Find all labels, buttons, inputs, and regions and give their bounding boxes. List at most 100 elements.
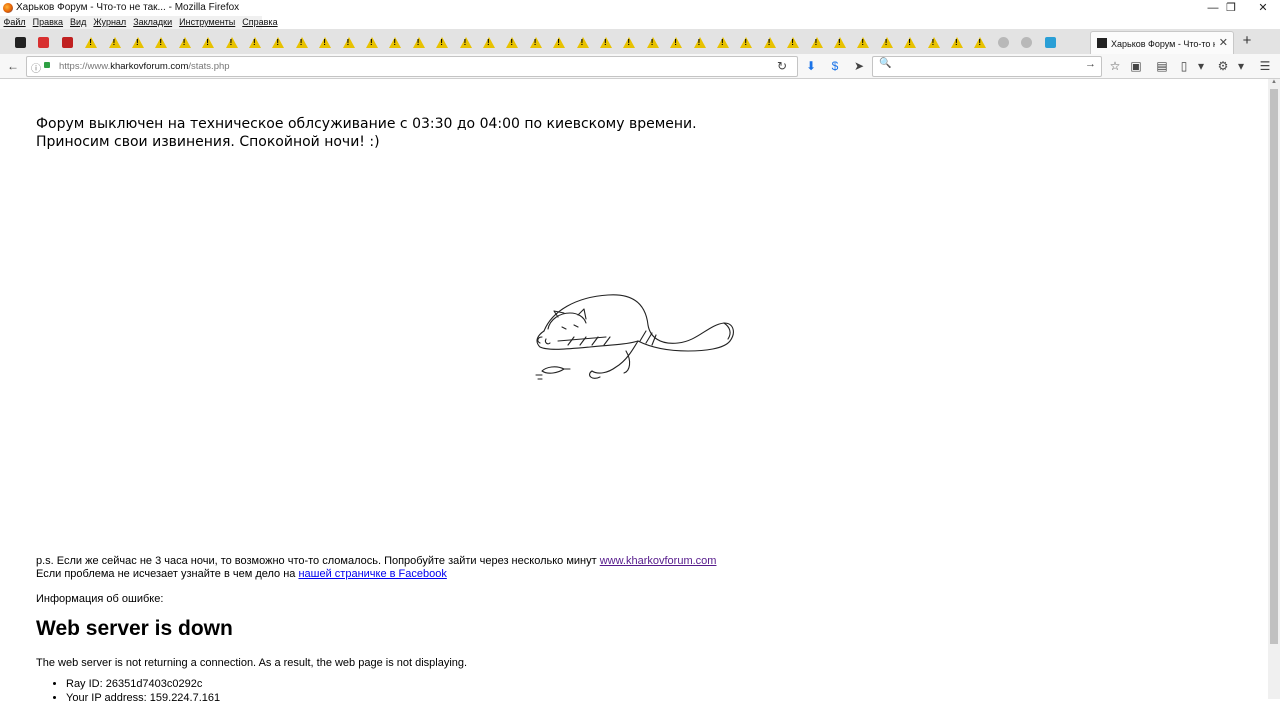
menu-tools[interactable]: Инструменты — [176, 16, 239, 29]
pinned-tab[interactable] — [314, 32, 336, 54]
warning-icon — [389, 37, 402, 49]
search-bar[interactable]: 🔍 → — [872, 56, 1102, 77]
reload-button[interactable]: ↻ — [773, 57, 791, 75]
pinned-tab[interactable] — [338, 32, 360, 54]
pinned-tab[interactable] — [618, 32, 640, 54]
pinned-tab[interactable] — [876, 32, 898, 54]
menu-bookmarks[interactable]: Закладки — [130, 16, 176, 29]
warning-icon — [85, 37, 98, 49]
pinned-tab[interactable] — [150, 32, 172, 54]
pinned-tab[interactable] — [431, 32, 453, 54]
warning-icon — [295, 37, 308, 49]
warning-icon — [132, 37, 144, 49]
pinned-tab[interactable] — [759, 32, 781, 54]
menu-history[interactable]: Журнал — [90, 16, 130, 29]
pinned-tab[interactable] — [1040, 32, 1062, 54]
addon-dropdown-icon[interactable]: ▾ — [1232, 57, 1250, 75]
search-go-icon[interactable]: → — [1085, 58, 1096, 70]
maintenance-message: Форум выключен на техническое облсуживан… — [36, 115, 697, 151]
pinned-tab[interactable] — [267, 32, 289, 54]
active-tab[interactable]: Харьков Форум - Что-то н... ✕ — [1090, 31, 1234, 56]
pinned-tab[interactable] — [572, 32, 594, 54]
vertical-scrollbar[interactable]: ▲ — [1268, 79, 1280, 699]
pinned-tab[interactable] — [946, 32, 968, 54]
download-icon[interactable]: ⬇ — [802, 57, 820, 75]
ps-text: p.s. Если же сейчас не 3 часа ночи, то в… — [36, 555, 600, 567]
scroll-up-icon[interactable]: ▲ — [1268, 79, 1280, 89]
pinned-tab[interactable] — [291, 32, 313, 54]
error-heading: Web server is down — [36, 617, 233, 640]
window-titlebar: Харьков Форум - Что-то не так... - Mozil… — [0, 0, 1280, 16]
pinned-tab[interactable] — [501, 32, 523, 54]
pinned-tab[interactable] — [1016, 32, 1038, 54]
pinned-tab[interactable] — [455, 32, 477, 54]
ps-note: p.s. Если же сейчас не 3 часа ночи, то в… — [36, 555, 716, 581]
bookmark-star-icon[interactable]: ☆ — [1106, 57, 1124, 75]
url-bar[interactable]: ⓘ https://www.kharkovforum.com/stats.php… — [26, 56, 798, 77]
currency-icon[interactable]: $ — [826, 57, 844, 75]
warning-icon — [670, 37, 683, 49]
pinned-tab[interactable] — [689, 32, 711, 54]
clipboard-icon[interactable]: ▣ — [1127, 57, 1145, 75]
pinned-tab[interactable] — [80, 32, 102, 54]
pinned-tab[interactable] — [969, 32, 991, 54]
new-tab-button[interactable]: + — [1238, 32, 1256, 50]
pinned-tab[interactable] — [899, 32, 921, 54]
pinned-tab[interactable] — [735, 32, 757, 54]
pinned-tab[interactable] — [174, 32, 196, 54]
pinned-tab[interactable] — [10, 32, 32, 54]
pinned-tab[interactable] — [197, 32, 219, 54]
close-tab-icon[interactable]: ✕ — [1219, 32, 1228, 54]
pinned-tab[interactable] — [104, 32, 126, 54]
send-icon[interactable]: ➤ — [850, 57, 868, 75]
menu-view[interactable]: Вид — [67, 16, 90, 29]
globe-icon — [997, 37, 1010, 49]
extension-dropdown-icon[interactable]: ▾ — [1192, 57, 1210, 75]
pinned-tab[interactable] — [478, 32, 500, 54]
warning-icon — [740, 37, 753, 49]
pinned-tab[interactable] — [642, 32, 664, 54]
pinned-tab[interactable] — [127, 32, 149, 54]
pinned-tab[interactable] — [244, 32, 266, 54]
reader-icon[interactable]: ▤ — [1153, 57, 1171, 75]
menu-edit[interactable]: Правка — [29, 16, 66, 29]
pinned-tab[interactable] — [829, 32, 851, 54]
pinned-tab[interactable] — [408, 32, 430, 54]
warning-icon — [412, 37, 425, 49]
extension-icon[interactable]: ▯ — [1175, 57, 1193, 75]
pinned-tab[interactable] — [923, 32, 945, 54]
pinned-tab[interactable] — [806, 32, 828, 54]
menu-file[interactable]: Файл — [0, 16, 29, 29]
forum-link[interactable]: www.kharkovforum.com — [600, 555, 717, 567]
warning-icon — [646, 37, 659, 49]
pinned-tab[interactable] — [852, 32, 874, 54]
warning-icon — [974, 37, 987, 49]
pinned-tab[interactable] — [665, 32, 687, 54]
hamburger-menu-icon[interactable]: ☰ — [1256, 57, 1274, 75]
pinned-tab[interactable] — [712, 32, 734, 54]
active-tab-label: Харьков Форум - Что-то н... — [1111, 39, 1215, 49]
error-info-label: Информация об ошибке: — [36, 593, 164, 605]
addon-icon[interactable]: ⚙ — [1214, 57, 1232, 75]
pinned-tab[interactable] — [548, 32, 570, 54]
pinned-tab[interactable] — [57, 32, 79, 54]
pinned-tab[interactable] — [361, 32, 383, 54]
warning-icon — [810, 37, 823, 49]
close-window-button[interactable]: ✕ — [1248, 0, 1278, 16]
pinned-tab[interactable] — [525, 32, 547, 54]
back-button[interactable]: ← — [4, 57, 22, 75]
pinned-tab[interactable] — [221, 32, 243, 54]
pinned-tab[interactable] — [595, 32, 617, 54]
menu-help[interactable]: Справка — [239, 16, 281, 29]
scrollbar-thumb[interactable] — [1270, 89, 1278, 644]
site-icon — [1044, 37, 1057, 49]
restore-button[interactable]: ❐ — [1216, 0, 1246, 16]
pinned-tab[interactable] — [782, 32, 804, 54]
page-info-icon[interactable]: ⓘ — [31, 60, 41, 75]
pinned-tab[interactable] — [993, 32, 1015, 54]
facebook-link[interactable]: нашей страничке в Facebook — [298, 568, 446, 580]
pinned-tab[interactable] — [384, 32, 406, 54]
firefox-icon — [3, 3, 13, 13]
pinned-tab[interactable] — [33, 32, 55, 54]
warning-icon — [834, 37, 846, 49]
